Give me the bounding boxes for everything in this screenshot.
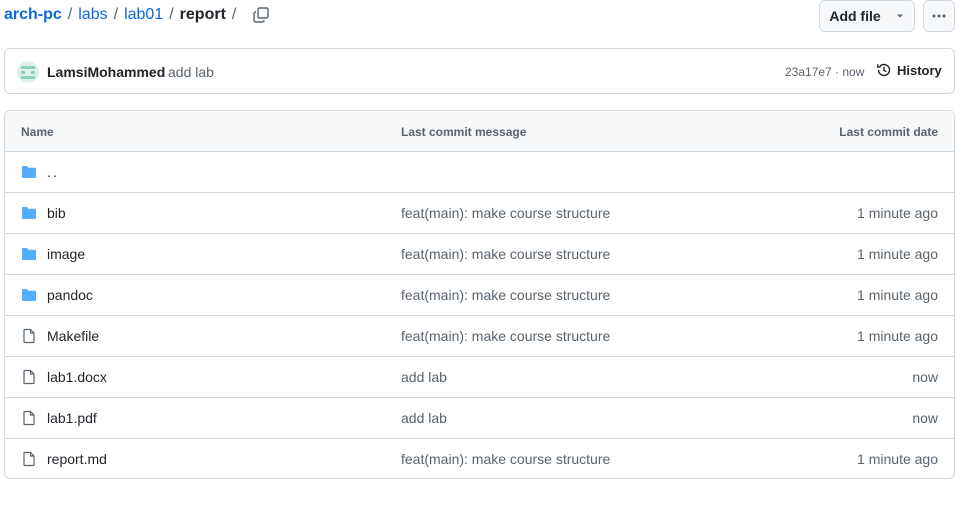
table-row[interactable]: report.md feat(main): make course struct… [5, 439, 954, 478]
breadcrumb-separator: / [67, 6, 73, 23]
table-row[interactable]: image feat(main): make course structure … [5, 234, 954, 275]
parent-directory-link[interactable]: .. [47, 164, 59, 180]
column-header-message: Last commit message [401, 125, 527, 139]
commit-date: 1 minute ago [857, 451, 938, 467]
file-name-link[interactable]: lab1.pdf [47, 410, 97, 426]
file-name-link[interactable]: report.md [47, 451, 107, 467]
commit-date: 1 minute ago [857, 205, 938, 221]
add-file-button[interactable]: Add file [819, 0, 915, 32]
commit-date: 1 minute ago [857, 246, 938, 262]
add-file-label: Add file [829, 8, 881, 24]
commit-message-link[interactable]: feat(main): make course structure [401, 205, 610, 221]
commit-date: 1 minute ago [857, 328, 938, 344]
file-icon [21, 410, 37, 426]
breadcrumb-labs-link[interactable]: labs [78, 6, 107, 24]
folder-icon [21, 164, 37, 180]
commit-date: now [912, 369, 938, 385]
avatar[interactable] [17, 61, 39, 83]
breadcrumb: arch-pc / labs / lab01 / report / [4, 6, 270, 24]
table-row[interactable]: bib feat(main): make course structure 1 … [5, 193, 954, 234]
folder-icon [21, 246, 37, 262]
commit-author-link[interactable]: LamsiMohammed [47, 64, 165, 80]
file-name-link[interactable]: pandoc [47, 287, 93, 303]
more-options-button[interactable] [923, 0, 955, 32]
breadcrumb-separator: / [231, 6, 237, 23]
breadcrumb-repo-link[interactable]: arch-pc [4, 6, 62, 24]
commit-message-link[interactable]: add lab [401, 369, 447, 385]
table-header: Name Last commit message Last commit dat… [5, 111, 954, 152]
file-name-link[interactable]: Makefile [47, 328, 99, 344]
copy-path-button[interactable] [252, 6, 270, 24]
folder-icon [21, 205, 37, 221]
breadcrumb-separator: / [169, 6, 174, 23]
column-header-name: Name [21, 125, 54, 139]
file-icon [21, 369, 37, 385]
folder-icon [21, 287, 37, 303]
table-row[interactable]: lab1.pdf add lab now [5, 398, 954, 439]
commit-date: now [912, 410, 938, 426]
history-button[interactable]: History [876, 62, 942, 78]
history-icon [877, 63, 891, 77]
breadcrumb-separator: / [113, 6, 119, 23]
breadcrumb-lab01-link[interactable]: lab01 [124, 6, 163, 24]
table-row[interactable]: pandoc feat(main): make course structure… [5, 275, 954, 316]
commit-message-link[interactable]: feat(main): make course structure [401, 246, 610, 262]
file-name-link[interactable]: bib [47, 205, 66, 221]
copy-icon [253, 7, 270, 23]
latest-commit-bar: LamsiMohammed add lab 23a17e7 · now Hist… [4, 48, 955, 94]
commit-message-link[interactable]: feat(main): make course structure [401, 287, 610, 303]
file-name-link[interactable]: lab1.docx [47, 369, 107, 385]
breadcrumb-current: report [179, 6, 226, 23]
table-row[interactable]: Makefile feat(main): make course structu… [5, 316, 954, 357]
triangle-down-icon [895, 11, 905, 21]
file-name-link[interactable]: image [47, 246, 85, 262]
commit-message-link[interactable]: feat(main): make course structure [401, 451, 610, 467]
parent-directory-row[interactable]: .. [5, 152, 954, 193]
commit-message-link[interactable]: add lab [401, 410, 447, 426]
commit-sha-time[interactable]: 23a17e7 · now [785, 65, 864, 79]
file-icon [21, 328, 37, 344]
commit-date: 1 minute ago [857, 287, 938, 303]
commit-message-link[interactable]: add lab [168, 64, 214, 80]
file-icon [21, 451, 37, 467]
file-table: Name Last commit message Last commit dat… [4, 110, 955, 479]
table-row[interactable]: lab1.docx add lab now [5, 357, 954, 398]
commit-message-link[interactable]: feat(main): make course structure [401, 328, 610, 344]
top-bar: arch-pc / labs / lab01 / report / Add fi… [0, 0, 968, 34]
column-header-date: Last commit date [839, 125, 938, 139]
history-label: History [897, 62, 942, 78]
kebab-horizontal-icon [932, 14, 946, 18]
